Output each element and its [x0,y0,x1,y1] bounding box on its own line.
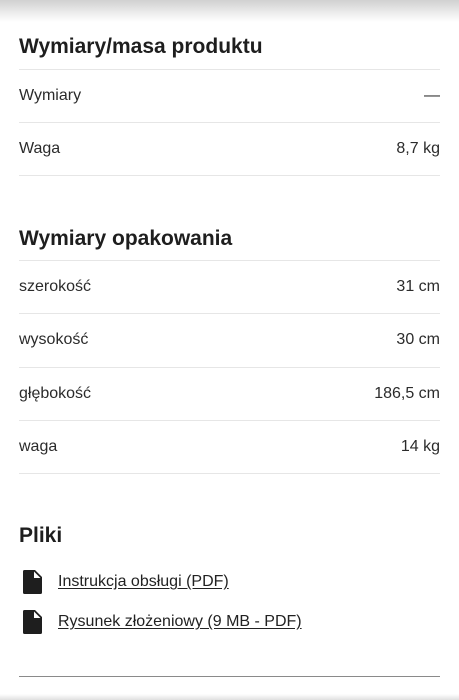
spec-value: 30 cm [396,331,440,348]
spec-row-depth: głębokość 186,5 cm [19,367,440,420]
spec-label: szerokość [19,278,92,295]
file-item-assembly-drawing[interactable]: Rysunek złożeniowy (9 MB - PDF) [23,609,302,635]
product-details-page: Wymiary/masa produktu Wymiary — Waga 8,7… [0,0,459,700]
spec-value: — [424,87,440,104]
bottom-divider [19,676,440,677]
spec-label: wysokość [19,331,89,348]
spec-row-width: szerokość 31 cm [19,260,440,313]
spec-value: 31 cm [396,278,440,295]
spec-label: Wymiary [19,87,82,104]
file-link-assembly-drawing[interactable]: Rysunek złożeniowy (9 MB - PDF) [58,613,302,631]
file-item-manual[interactable]: Instrukcja obsługi (PDF) [23,569,229,595]
spec-row-weight: Waga 8,7 kg [19,122,440,175]
top-shadow [0,0,459,22]
file-icon [23,610,42,634]
spec-row-package-weight: waga 14 kg [19,420,440,473]
file-icon [23,570,42,594]
spec-row-height: wysokość 30 cm [19,313,440,366]
section-title-package-dimensions: Wymiary opakowania [19,227,233,250]
divider [19,473,440,474]
section-title-files: Pliki [19,524,63,547]
bottom-shadow [0,694,459,700]
spec-value: 186,5 cm [374,385,440,402]
spec-label: waga [19,438,58,455]
section-title-product-dimensions: Wymiary/masa produktu [19,35,263,58]
spec-row-dimensions: Wymiary — [19,69,440,122]
spec-value: 8,7 kg [396,140,440,157]
file-link-manual[interactable]: Instrukcja obsługi (PDF) [58,573,229,591]
spec-label: głębokość [19,385,92,402]
spec-value: 14 kg [400,438,440,455]
spec-label: Waga [19,140,61,157]
divider [19,175,440,176]
